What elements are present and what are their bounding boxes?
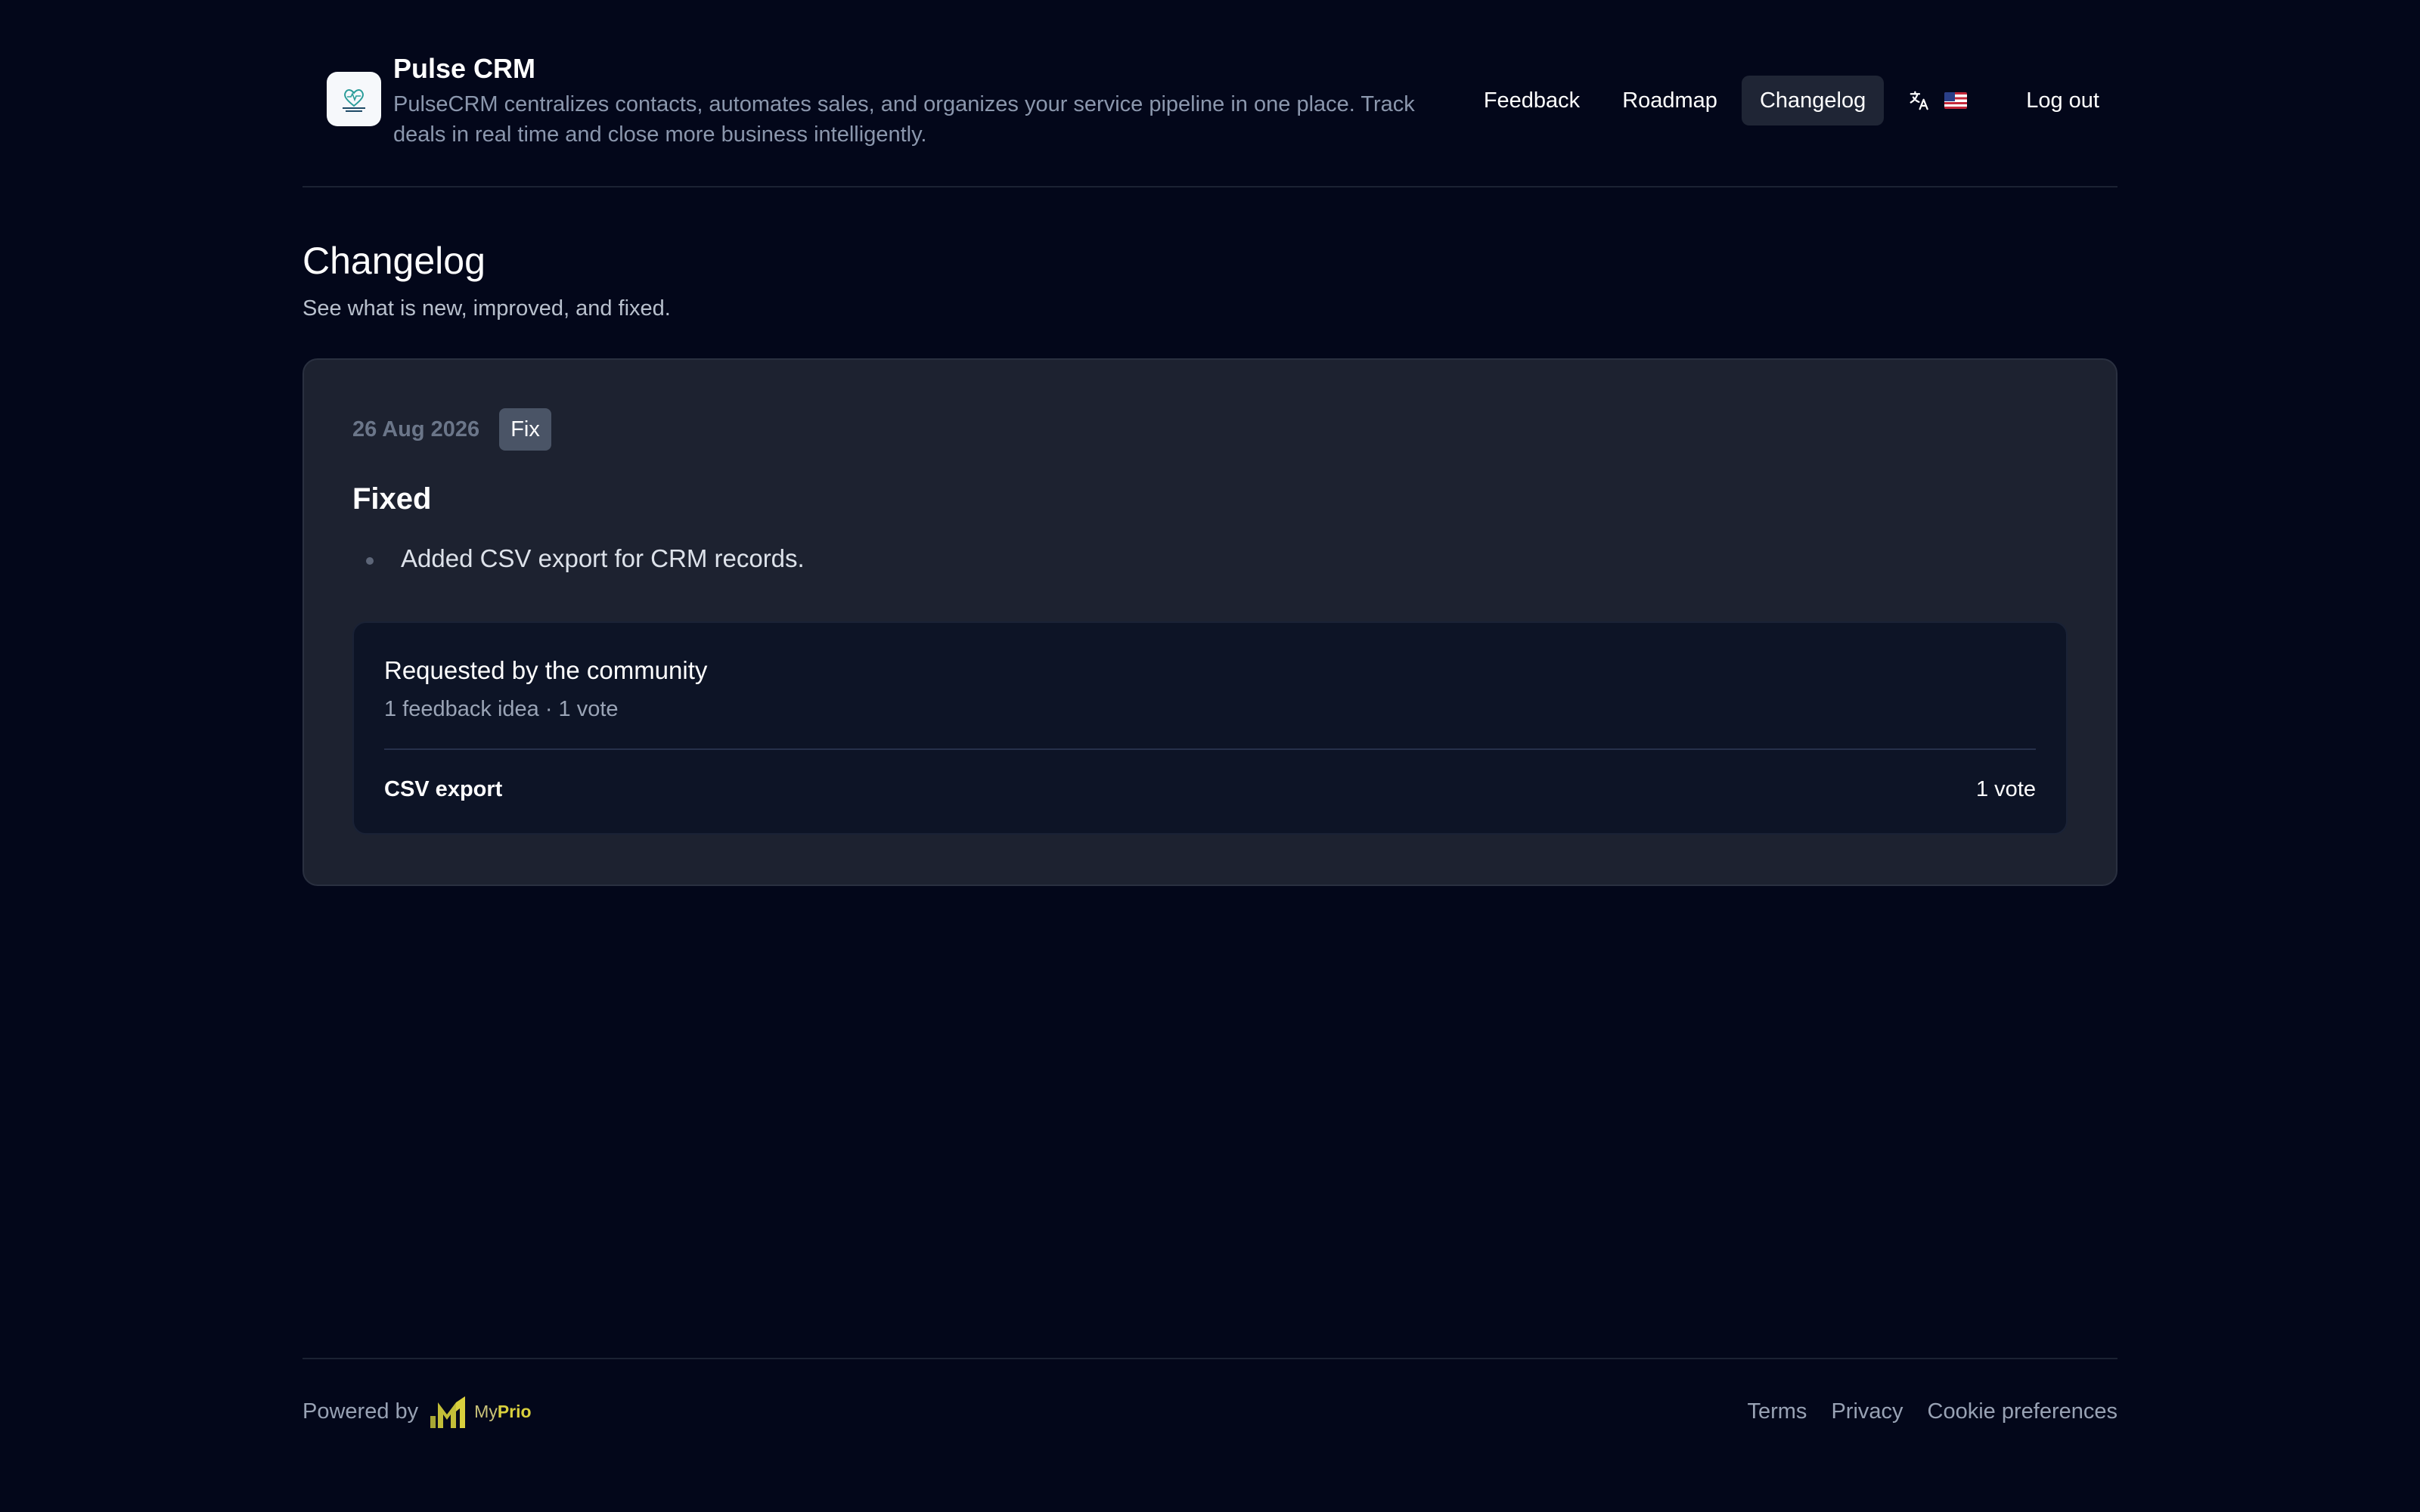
entry-meta: 26 Aug 2026 Fix	[352, 408, 551, 451]
site-footer: Powered by MyPrio Terms Privacy Cookie p…	[302, 1393, 2118, 1430]
brand-text: Pulse CRM PulseCRM centralizes contacts,…	[393, 51, 1437, 150]
cookie-preferences-link[interactable]: Cookie preferences	[1928, 1399, 2118, 1424]
entry-items: Added CSV export for CRM records.	[352, 541, 805, 576]
terms-link[interactable]: Terms	[1747, 1399, 1807, 1424]
nav-feedback[interactable]: Feedback	[1466, 76, 1598, 125]
myprio-mark-icon	[430, 1396, 466, 1428]
brand-description: PulseCRM centralizes contacts, automates…	[393, 92, 1415, 147]
entry-heading: Fixed	[352, 482, 432, 516]
translate-icon	[1910, 91, 1928, 110]
page: Pulse CRM PulseCRM centralizes contacts,…	[0, 0, 2420, 1512]
myprio-logo[interactable]: MyPrio	[430, 1395, 532, 1428]
heart-pulse-icon	[343, 89, 365, 112]
myprio-wordmark-suffix: Prio	[497, 1401, 532, 1421]
powered-by-label: Powered by	[302, 1399, 419, 1424]
site-header: Pulse CRM PulseCRM centralizes contacts,…	[302, 0, 2118, 187]
page-title: Changelog	[302, 240, 486, 282]
feedback-idea-row[interactable]: CSV export 1 vote	[384, 774, 2036, 804]
feedback-idea-votes: 1 vote	[1976, 777, 2036, 801]
footer-links: Terms Privacy Cookie preferences	[1723, 1399, 2118, 1424]
myprio-wordmark-prefix: My	[474, 1401, 498, 1421]
myprio-wordmark: MyPrio	[474, 1402, 531, 1422]
main-nav: Feedback Roadmap Changelog Log out	[1460, 76, 2118, 125]
us-flag-icon	[1944, 92, 1968, 109]
pulse-crm-logo[interactable]	[327, 72, 381, 126]
page-subtitle: See what is new, improved, and fixed.	[302, 296, 671, 321]
changelog-entry: 26 Aug 2026 Fix Fixed Added CSV export f…	[302, 358, 2118, 886]
privacy-link[interactable]: Privacy	[1831, 1399, 1903, 1424]
community-requests-panel: Requested by the community 1 feedback id…	[352, 621, 2068, 835]
powered-by: Powered by MyPrio	[302, 1395, 532, 1428]
brand: Pulse CRM PulseCRM centralizes contacts,…	[327, 51, 1437, 150]
entry-item: Added CSV export for CRM records.	[352, 541, 805, 576]
divider	[384, 748, 2036, 750]
language-switcher[interactable]	[1890, 76, 1985, 125]
community-stats: 1 feedback idea · 1 vote	[384, 697, 619, 721]
footer-divider	[302, 1358, 2118, 1359]
entry-type-badge: Fix	[499, 408, 551, 451]
nav-roadmap[interactable]: Roadmap	[1604, 76, 1736, 125]
brand-name: Pulse CRM	[393, 53, 536, 84]
page-header: Changelog See what is new, improved, and…	[302, 236, 2118, 322]
nav-changelog[interactable]: Changelog	[1741, 76, 1885, 125]
entry-date: 26 Aug 2026	[352, 417, 480, 442]
community-title: Requested by the community	[384, 656, 708, 684]
feedback-idea-title[interactable]: CSV export	[384, 774, 502, 804]
logout-button[interactable]: Log out	[2008, 76, 2118, 125]
